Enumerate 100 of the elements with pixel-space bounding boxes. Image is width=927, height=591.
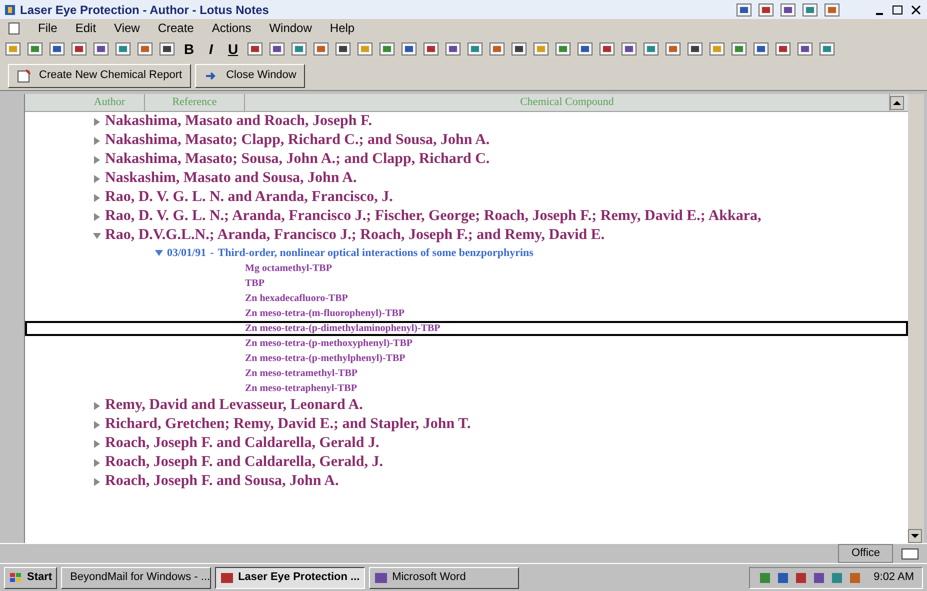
close-icon[interactable]: [909, 4, 923, 16]
toolbar-icon[interactable]: [356, 40, 374, 58]
toolbar-icon[interactable]: [334, 40, 352, 58]
toolbar-icon[interactable]: [642, 40, 660, 58]
toolbar-icon[interactable]: [48, 40, 66, 58]
format-button[interactable]: U: [224, 38, 242, 60]
toolbar-icon[interactable]: [735, 0, 753, 18]
expand-arrow-icon[interactable]: [93, 420, 101, 428]
format-button[interactable]: B: [180, 38, 198, 60]
window-title: Laser Eye Protection - Author - Lotus Notes: [20, 2, 269, 18]
expand-arrow-icon[interactable]: [93, 440, 101, 448]
toolbar-icon[interactable]: [4, 40, 22, 58]
tray-icon[interactable]: [812, 570, 826, 584]
menu-item[interactable]: Create: [158, 19, 194, 37]
toolbar-icon[interactable]: [400, 40, 418, 58]
toolbar-icon[interactable]: [576, 40, 594, 58]
toolbar-icon[interactable]: [444, 40, 462, 58]
compound-row[interactable]: Mg octamethyl-TBP: [25, 261, 908, 276]
toolbar-icon[interactable]: [510, 40, 528, 58]
compound-name: Zn meso-tetraphenyl-TBP: [244, 382, 357, 396]
action-button[interactable]: Close Window: [195, 64, 306, 88]
toolbar-icon[interactable]: [466, 40, 484, 58]
menu-item[interactable]: Window: [269, 19, 312, 37]
tray-icon[interactable]: [848, 570, 862, 584]
menu-item[interactable]: Help: [330, 19, 355, 37]
taskbar-button[interactable]: Laser Eye Protection ...: [215, 566, 366, 588]
reference-title[interactable]: Third-order, nonlinear optical interactions of some benzporphyrins: [218, 244, 534, 262]
app-icon: [4, 4, 16, 16]
compound-row[interactable]: TBP: [25, 276, 908, 291]
toolbar-icon[interactable]: [757, 0, 775, 18]
location-status[interactable]: Office: [838, 544, 893, 563]
reference-date[interactable]: 03/01/91: [167, 244, 206, 262]
compound-row[interactable]: Zn meso-tetra-(m-fluorophenyl)-TBP: [25, 306, 908, 321]
toolbar-icon[interactable]: [158, 40, 176, 58]
tray-icon[interactable]: [758, 570, 772, 584]
toolbar-icon[interactable]: [290, 40, 308, 58]
compound-name: TBP: [244, 277, 264, 291]
toolbar-icon[interactable]: [796, 40, 814, 58]
start-button[interactable]: Start: [4, 566, 58, 588]
toolbar-icon[interactable]: [26, 40, 44, 58]
compound-name: Mg octamethyl-TBP: [244, 262, 332, 276]
toolbar-icon[interactable]: [774, 40, 792, 58]
new-document-icon: [17, 68, 31, 82]
toolbar-icon[interactable]: [136, 40, 154, 58]
toolbar-icon[interactable]: [488, 40, 506, 58]
taskbar-button[interactable]: Microsoft Word: [369, 566, 520, 588]
compound-row[interactable]: Zn meso-tetramethyl-TBP: [25, 366, 908, 381]
toolbar-icon[interactable]: [312, 40, 330, 58]
compound-row[interactable]: Zn meso-tetra-(p-methoxyphenyl)-TBP: [25, 336, 908, 351]
toolbar-icon[interactable]: [708, 40, 726, 58]
tray-icon[interactable]: [776, 570, 790, 584]
expand-arrow-icon[interactable]: [93, 156, 101, 164]
toolbar-icon[interactable]: [554, 40, 572, 58]
toolbar-icon[interactable]: [620, 40, 638, 58]
expand-arrow-icon[interactable]: [93, 174, 101, 182]
scroll-up-icon[interactable]: [890, 96, 904, 110]
expand-arrow-icon[interactable]: [93, 136, 101, 144]
expand-arrow-icon[interactable]: [93, 478, 101, 486]
action-button[interactable]: Create New Chemical Report: [8, 64, 192, 88]
tray-icon[interactable]: [794, 570, 808, 584]
compound-row[interactable]: Zn meso-tetra-(p-dimethylaminophenyl)-TBP: [25, 321, 908, 336]
toolbar-icon[interactable]: [92, 40, 110, 58]
toolbar-icon[interactable]: [818, 40, 836, 58]
toolbar-icon[interactable]: [779, 0, 797, 18]
compound-row[interactable]: Zn meso-tetraphenyl-TBP: [25, 381, 908, 396]
toolbar-icon[interactable]: [422, 40, 440, 58]
toolbar-icon[interactable]: [664, 40, 682, 58]
menu-item[interactable]: File: [38, 19, 58, 37]
expand-arrow-icon[interactable]: [93, 118, 101, 126]
toolbar-icon[interactable]: [598, 40, 616, 58]
tray-icon[interactable]: [830, 570, 844, 584]
toolbar-icon[interactable]: [730, 40, 748, 58]
format-button[interactable]: I: [202, 38, 220, 60]
collapse-arrow-icon[interactable]: [93, 232, 101, 240]
menu-item[interactable]: Edit: [75, 19, 96, 37]
toolbar-icon[interactable]: [268, 40, 286, 58]
collapse-arrow-icon[interactable]: [155, 249, 163, 257]
maximize-icon[interactable]: [891, 4, 905, 16]
taskbar-button[interactable]: BeyondMail for Windows - ...: [61, 566, 212, 588]
expand-arrow-icon[interactable]: [93, 212, 101, 220]
toolbar-icon[interactable]: [532, 40, 550, 58]
toolbar-icon[interactable]: [801, 0, 819, 18]
toolbar-icon[interactable]: [114, 40, 132, 58]
toolbar-icon[interactable]: [752, 40, 770, 58]
scroll-down-icon[interactable]: [908, 529, 922, 543]
expand-arrow-icon[interactable]: [93, 458, 101, 466]
windows-logo-icon: [9, 572, 23, 584]
toolbar-icon[interactable]: [378, 40, 396, 58]
toolbar-icon[interactable]: [686, 40, 704, 58]
toolbar-icon[interactable]: [70, 40, 88, 58]
toolbar-icon[interactable]: [246, 40, 264, 58]
menu-item[interactable]: Actions: [212, 19, 252, 37]
toolbar-icon[interactable]: [823, 0, 841, 18]
menu-item[interactable]: View: [114, 19, 140, 37]
compound-row[interactable]: Zn hexadecafluoro-TBP: [25, 291, 908, 306]
compound-row[interactable]: Zn meso-tetra-(p-methylphenyl)-TBP: [25, 351, 908, 366]
expand-arrow-icon[interactable]: [93, 194, 101, 202]
clock: 9:02 AM: [874, 570, 914, 586]
expand-arrow-icon[interactable]: [93, 402, 101, 410]
document-icon: [8, 22, 20, 34]
